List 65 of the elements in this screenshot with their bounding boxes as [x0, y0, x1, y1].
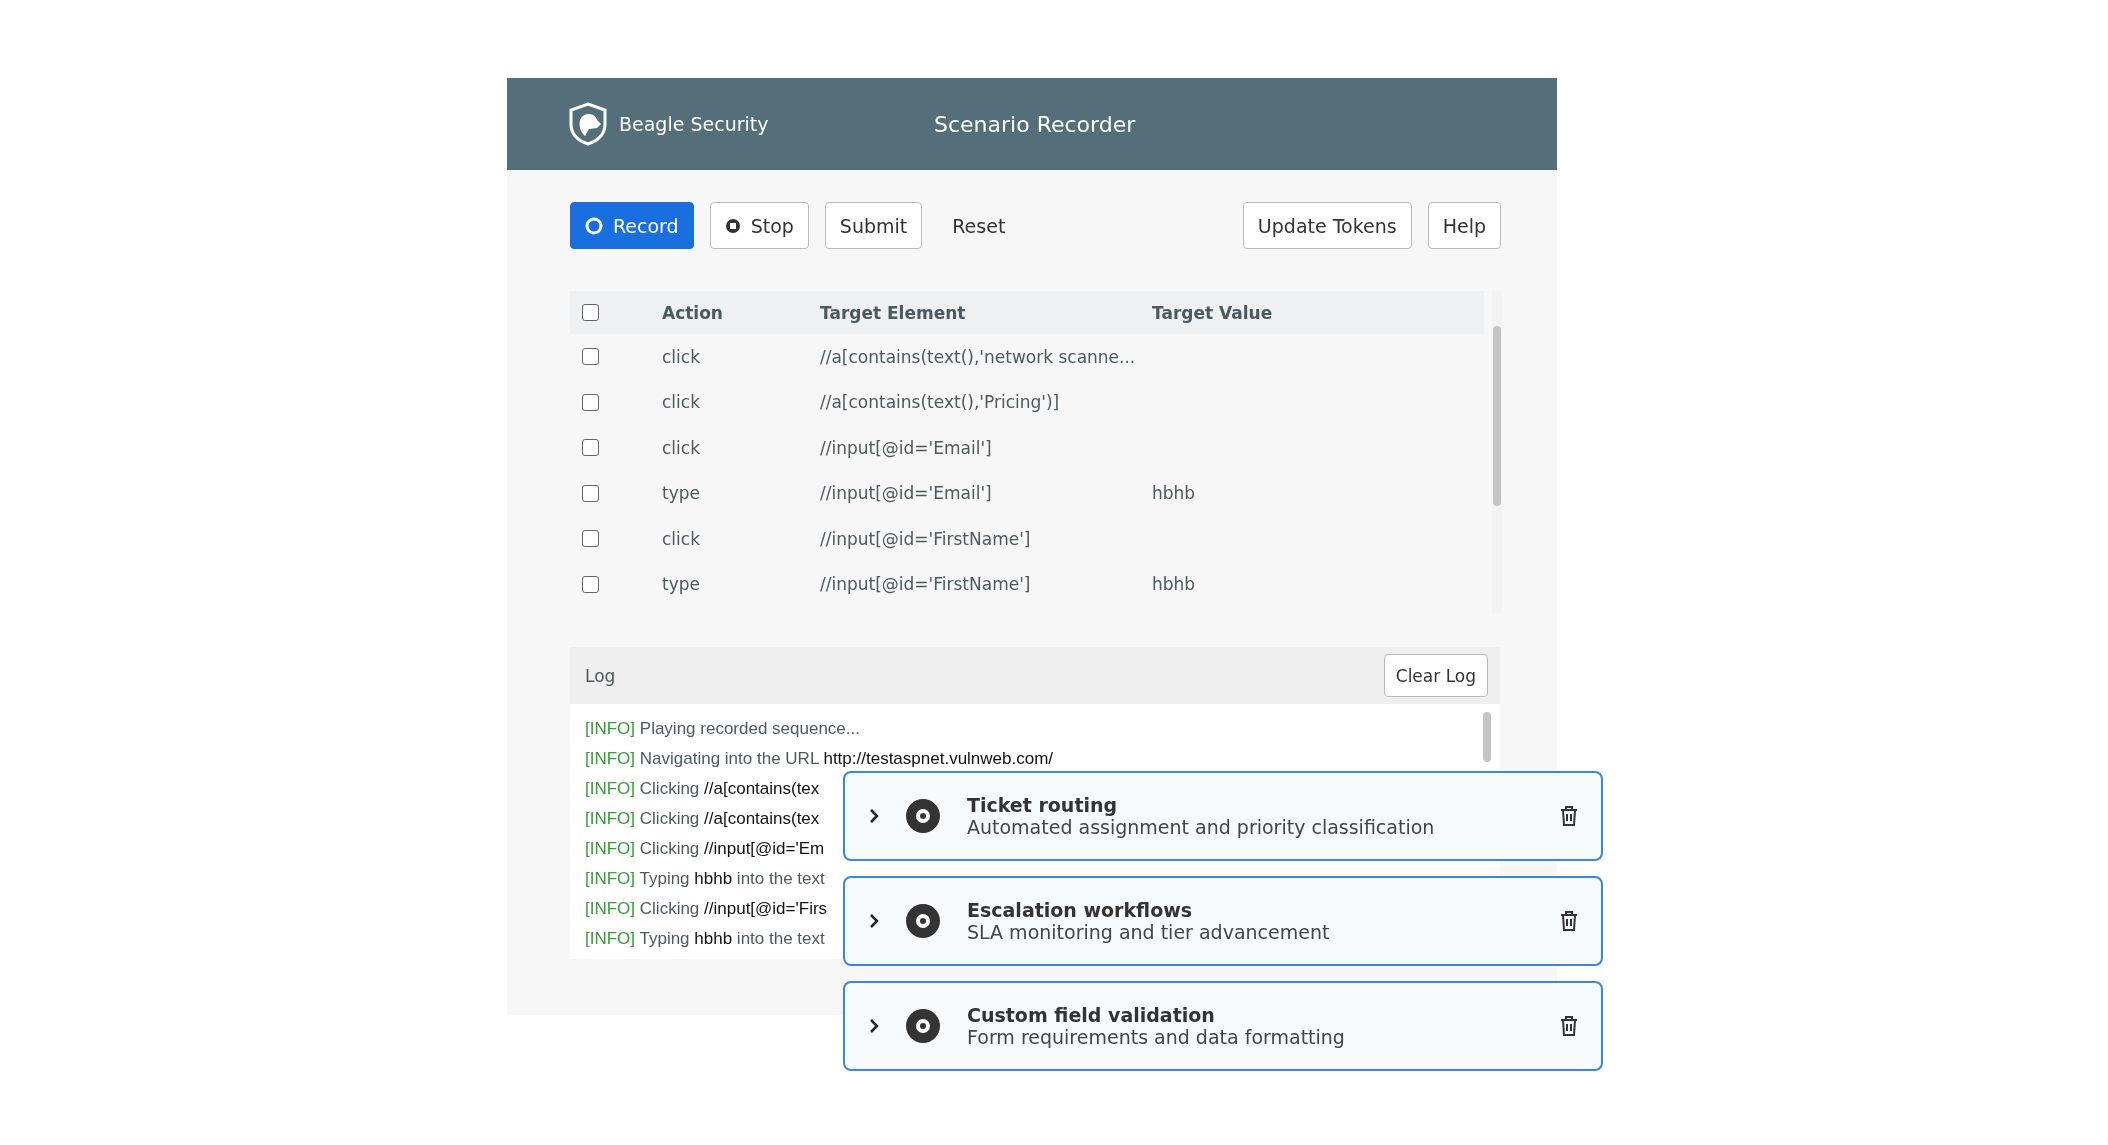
workflow-card[interactable]: Ticket routing Automated assignment and priority classification — [843, 771, 1603, 861]
disc-icon — [905, 798, 941, 834]
table-cell-text: //input[@id='FirstName'] — [820, 574, 1032, 595]
trash-icon[interactable] — [1559, 1015, 1579, 1037]
card-title: Custom field validation — [967, 1004, 1216, 1026]
log-line: [INFO] Navigating into the URL http://testaspnet.vulnweb.com/ — [585, 748, 1054, 770]
window-title: Scenario Recorder — [934, 111, 1136, 137]
log-line: [INFO] Clicking //a[contains(tex — [585, 808, 820, 830]
radio-icon — [585, 216, 603, 235]
card-title: Ticket routing — [967, 794, 1119, 816]
trash-icon[interactable] — [1559, 910, 1579, 932]
log-line: [INFO] Typing hbhb into the text — [585, 928, 825, 950]
trash-icon[interactable] — [1559, 805, 1579, 827]
toolbar-button[interactable]: Stop — [709, 202, 809, 249]
row-checkbox[interactable] — [582, 575, 599, 593]
row-checkbox[interactable] — [582, 484, 599, 502]
row-checkbox[interactable] — [582, 348, 599, 366]
chevron-icon[interactable] — [867, 912, 881, 930]
log-line: [INFO] Clicking //input[@id='Firs — [585, 898, 828, 920]
stop-icon — [724, 217, 741, 234]
reset-button[interactable]: Reset — [938, 202, 1020, 249]
chevron-icon[interactable] — [867, 807, 881, 825]
card-subtitle: SLA monitoring and tier advancement — [967, 921, 1331, 943]
log-line: [INFO] Clicking //a[contains(tex — [585, 778, 820, 800]
row-checkbox[interactable] — [582, 439, 599, 457]
toolbar-button[interactable]: Submit — [824, 202, 923, 249]
toolbar-button[interactable]: Help — [1427, 202, 1501, 249]
table-cell-text: //input[@id='Email'] — [820, 437, 993, 458]
table-cell-text: type — [662, 574, 701, 595]
table-cell-text: hbhb — [1152, 483, 1197, 504]
table-cell-text: click — [662, 528, 701, 549]
row-checkbox[interactable] — [582, 393, 599, 411]
card-title: Escalation workflows — [967, 899, 1194, 921]
log-title: Log — [585, 665, 616, 686]
select-all-checkbox[interactable] — [582, 304, 599, 321]
workflow-card[interactable]: Escalation workflows SLA monitoring and tier advancement — [843, 876, 1603, 966]
clear-log-button[interactable]: Clear Log — [1383, 654, 1488, 697]
disc-icon — [905, 903, 941, 939]
table-cell-text: hbhb — [1152, 574, 1197, 595]
column-header: Target Element — [820, 302, 967, 323]
disc-icon — [905, 1008, 941, 1044]
shield-icon — [567, 102, 609, 146]
table-cell-text: //input[@id='FirstName'] — [820, 528, 1032, 549]
card-subtitle: Automated assignment and priority classification — [967, 816, 1436, 838]
row-checkbox[interactable] — [582, 530, 599, 548]
column-header: Action — [662, 302, 724, 323]
table-cell-text: //a[contains(text(),'network scanne... — [820, 346, 1137, 367]
log-line: [INFO] Clicking //input[@id='Em — [585, 838, 825, 860]
table-cell-text: type — [662, 483, 701, 504]
table-cell-text: click — [662, 392, 701, 413]
brand-name: Beagle Security — [619, 113, 770, 135]
card-subtitle: Form requirements and data formatting — [967, 1026, 1346, 1048]
log-line: [INFO] Typing hbhb into the text — [585, 868, 825, 890]
table-cell-text: click — [662, 437, 701, 458]
workflow-card[interactable]: Custom field validation Form requirements and data formatting — [843, 981, 1603, 1071]
table-cell-text: //a[contains(text(),'Pricing')] — [820, 392, 1061, 413]
scrollbar-thumb[interactable] — [1483, 712, 1491, 762]
table-cell-text: click — [662, 346, 701, 367]
log-line: [INFO] Playing recorded sequence... — [585, 718, 860, 740]
scrollbar-thumb[interactable] — [1493, 326, 1501, 506]
column-header: Target Value — [1152, 302, 1274, 323]
chevron-icon[interactable] — [867, 1017, 881, 1035]
toolbar-button[interactable]: Record — [570, 202, 694, 249]
table-cell-text: //input[@id='Email'] — [820, 483, 993, 504]
toolbar-button[interactable]: Update Tokens — [1242, 202, 1412, 249]
